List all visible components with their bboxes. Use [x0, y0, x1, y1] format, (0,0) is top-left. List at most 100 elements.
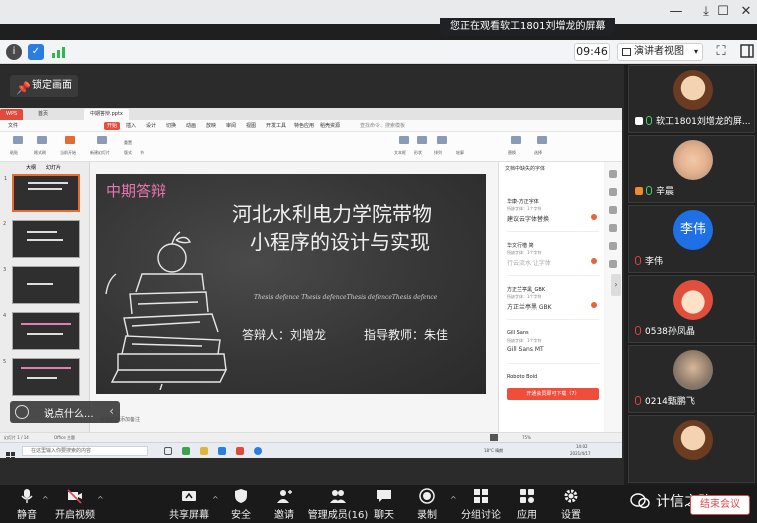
menu-item-view[interactable]: 视图	[246, 122, 256, 130]
start-video-button[interactable]: 开启视频	[48, 488, 102, 522]
menu-item-docer[interactable]: 稻壳资源	[320, 122, 340, 130]
slide-thumbnail[interactable]: 1	[4, 174, 80, 212]
avatar	[673, 140, 713, 180]
maximize-icon[interactable]: ☐	[715, 4, 731, 20]
wps-tab-document[interactable]: 中期答辩.pptx	[84, 109, 129, 120]
browser-icon[interactable]	[254, 447, 262, 455]
paste-icon[interactable]	[10, 136, 26, 148]
menu-item-file[interactable]: 文件	[8, 122, 18, 130]
record-button[interactable]: 录制	[400, 488, 454, 522]
app-icon[interactable]	[218, 447, 226, 455]
slide-thumbnail[interactable]: 4	[3, 312, 80, 350]
participant-tile[interactable]	[628, 415, 755, 483]
menu-item-developer[interactable]: 开发工具	[266, 122, 286, 130]
mute-button[interactable]: 静音	[0, 488, 54, 522]
slide-advisor: 指导教师：朱佳	[364, 328, 449, 342]
tool-icon[interactable]	[609, 242, 617, 250]
share-screen-button[interactable]: 共享屏幕	[162, 488, 216, 522]
lock-view-button[interactable]: 📌 锁定画面	[10, 75, 78, 97]
invite-icon	[277, 490, 292, 503]
menu-item-insert[interactable]: 插入	[126, 122, 136, 130]
participant-tile[interactable]: 李伟 李伟	[628, 205, 755, 273]
grid-icon	[622, 48, 631, 56]
windows-start-icon[interactable]	[6, 446, 15, 458]
wps-icon[interactable]	[236, 447, 244, 455]
wps-tab-start[interactable]: 首页	[32, 109, 54, 120]
fullscreen-icon[interactable]: ⛶	[713, 44, 729, 60]
missing-font-panel: 文档中缺失的字体 华康-方正字体 所缺字体：1个字符 建议云字体替换 华文行楷 …	[498, 162, 604, 432]
play-icon[interactable]	[490, 434, 498, 441]
participant-tile[interactable]: 0538孙凤晶	[628, 275, 755, 343]
select-icon[interactable]	[534, 136, 550, 148]
font-name: 华康-方正字体	[507, 199, 539, 205]
record-label: 录制	[417, 510, 437, 521]
font-card[interactable]: Roboto Bold	[507, 370, 599, 386]
menu-item-animation[interactable]: 动画	[186, 122, 196, 130]
taskbar-search-input[interactable]: 在这里输入你要搜索的内容	[22, 446, 148, 456]
info-icon[interactable]: i	[6, 44, 22, 60]
menu-item-transition[interactable]: 切换	[166, 122, 176, 130]
tool-icon[interactable]	[609, 224, 617, 232]
close-icon[interactable]: ✕	[738, 4, 754, 20]
menu-item-slideshow[interactable]: 放映	[206, 122, 216, 130]
play-from-current-icon[interactable]	[62, 136, 78, 148]
shield-icon[interactable]: ✓	[28, 44, 44, 60]
slide-thumbnail[interactable]: 3	[3, 266, 80, 304]
slide-thumbnail[interactable]: 5	[3, 358, 80, 396]
speaker-view-button[interactable]: 演讲者视图 ▾	[617, 43, 703, 61]
wps-status-bar: 幻灯片 1 / 14 Office 主题 75%	[0, 432, 622, 442]
chevron-up-icon[interactable]: ^	[97, 495, 104, 504]
tab-outline[interactable]: 大纲	[26, 164, 36, 171]
minimize-icon[interactable]: —	[668, 4, 684, 20]
menu-item-home[interactable]: 开始	[104, 122, 121, 130]
font-preview: 方正兰亭黑 GBK	[507, 304, 552, 311]
tool-icon[interactable]	[609, 206, 617, 214]
collapse-icon[interactable]: ⤓	[698, 4, 714, 20]
menu-item-features[interactable]: 特色应用	[294, 122, 314, 130]
font-card[interactable]: 方正兰亭黑_GBK 所缺字体：1个字符 方正兰亭黑 GBK	[507, 282, 599, 320]
format-painter-icon[interactable]	[34, 136, 50, 148]
panel-collapse-handle[interactable]: ›	[611, 274, 621, 296]
replace-icon[interactable]	[508, 136, 524, 148]
avatar: 李伟	[673, 210, 713, 250]
participant-tile[interactable]: 辛晨	[628, 135, 755, 203]
folder-icon[interactable]	[200, 447, 208, 455]
menu-search-input[interactable]: 查找命令、搜索模板	[360, 122, 405, 130]
font-card[interactable]: Gill Sans 所缺字体：1个字符 Gill Sans MT	[507, 326, 599, 364]
ribbon-label: 粘贴	[10, 150, 18, 155]
end-meeting-button[interactable]: 结束会议	[690, 495, 750, 515]
menu-item-review[interactable]: 审阅	[226, 122, 236, 130]
tool-icon[interactable]	[609, 170, 617, 178]
app-icon[interactable]	[182, 447, 190, 455]
wps-tab-home[interactable]: WPS	[0, 109, 24, 120]
participant-tile[interactable]: 0214甄鹏飞	[628, 345, 755, 413]
tool-icon[interactable]	[609, 188, 617, 196]
settings-button[interactable]: 设置	[544, 488, 598, 522]
tab-slides[interactable]: 幻灯片	[46, 164, 61, 171]
signal-icon[interactable]	[50, 44, 66, 60]
shape-icon[interactable]	[414, 136, 430, 148]
textbox-icon[interactable]	[396, 136, 412, 148]
participant-tile[interactable]: 软工1801刘增龙的屏...	[628, 65, 755, 133]
arrange-icon[interactable]	[434, 136, 450, 148]
current-slide[interactable]: 中期答辩 河北水利电力学院带物 小程序的设计与实现 Thesis defence…	[96, 174, 486, 394]
font-card[interactable]: 华康-方正字体 所缺字体：1个字符 建议云字体替换	[507, 194, 599, 232]
task-view-icon[interactable]	[164, 447, 172, 455]
chevron-left-icon[interactable]: ‹	[109, 404, 114, 418]
chat-input[interactable]: 说点什么... ‹	[10, 401, 120, 423]
new-slide-icon[interactable]	[94, 136, 110, 148]
sidebar-toggle-icon[interactable]	[739, 44, 755, 60]
menu-item-design[interactable]: 设计	[146, 122, 156, 130]
slide-thumbnail[interactable]: 2	[3, 220, 80, 258]
font-card[interactable]: 华文行楷 简 所缺字体：1个字符 行云流水 让字体	[507, 238, 599, 276]
emoji-icon[interactable]	[15, 405, 29, 419]
tool-icon[interactable]	[609, 260, 617, 268]
mic-muted-icon	[635, 396, 641, 405]
download-icon[interactable]	[591, 258, 597, 264]
download-icon[interactable]	[591, 302, 597, 308]
speaker-notes[interactable]: 单击此处添加备注	[96, 414, 486, 424]
download-icon[interactable]	[591, 214, 597, 220]
record-icon	[419, 488, 435, 504]
slide-subtitle: Thesis defence Thesis defenceThesis defe…	[254, 294, 438, 301]
download-fonts-button[interactable]: 开通会员即可下载（7）	[507, 388, 599, 400]
